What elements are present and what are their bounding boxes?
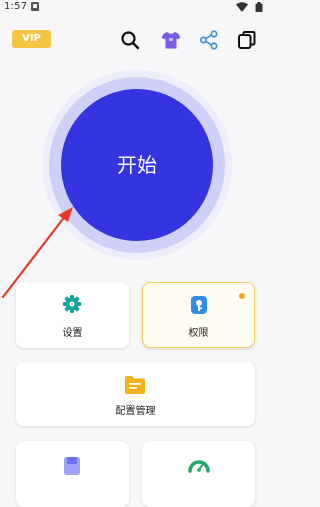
folder-icon — [125, 376, 145, 394]
battery-icon — [255, 2, 263, 12]
speedometer-icon — [188, 460, 210, 473]
config-management-card[interactable]: 配置管理 — [16, 362, 255, 426]
search-icon[interactable] — [119, 29, 141, 51]
bottom-right-card[interactable] — [142, 441, 255, 507]
notification-icon — [31, 2, 39, 11]
wifi-icon — [236, 2, 248, 12]
permissions-label: 权限 — [188, 328, 209, 339]
permissions-card[interactable]: 权限 — [142, 282, 255, 348]
share-icon[interactable] — [198, 29, 220, 51]
settings-card[interactable]: 设置 — [16, 282, 129, 348]
key-lock-icon — [191, 296, 207, 314]
status-bar: 1:57 — [0, 0, 270, 14]
copy-icon[interactable] — [236, 29, 258, 51]
config-management-label: 配置管理 — [115, 406, 156, 417]
notification-dot — [239, 293, 245, 299]
vip-badge[interactable]: VIP — [12, 30, 51, 48]
status-time: 1:57 — [4, 1, 28, 12]
document-icon — [64, 457, 80, 475]
tshirt-icon[interactable] — [160, 29, 182, 51]
gear-icon — [63, 295, 81, 313]
settings-label: 设置 — [62, 328, 83, 339]
bottom-left-card[interactable] — [16, 441, 129, 507]
